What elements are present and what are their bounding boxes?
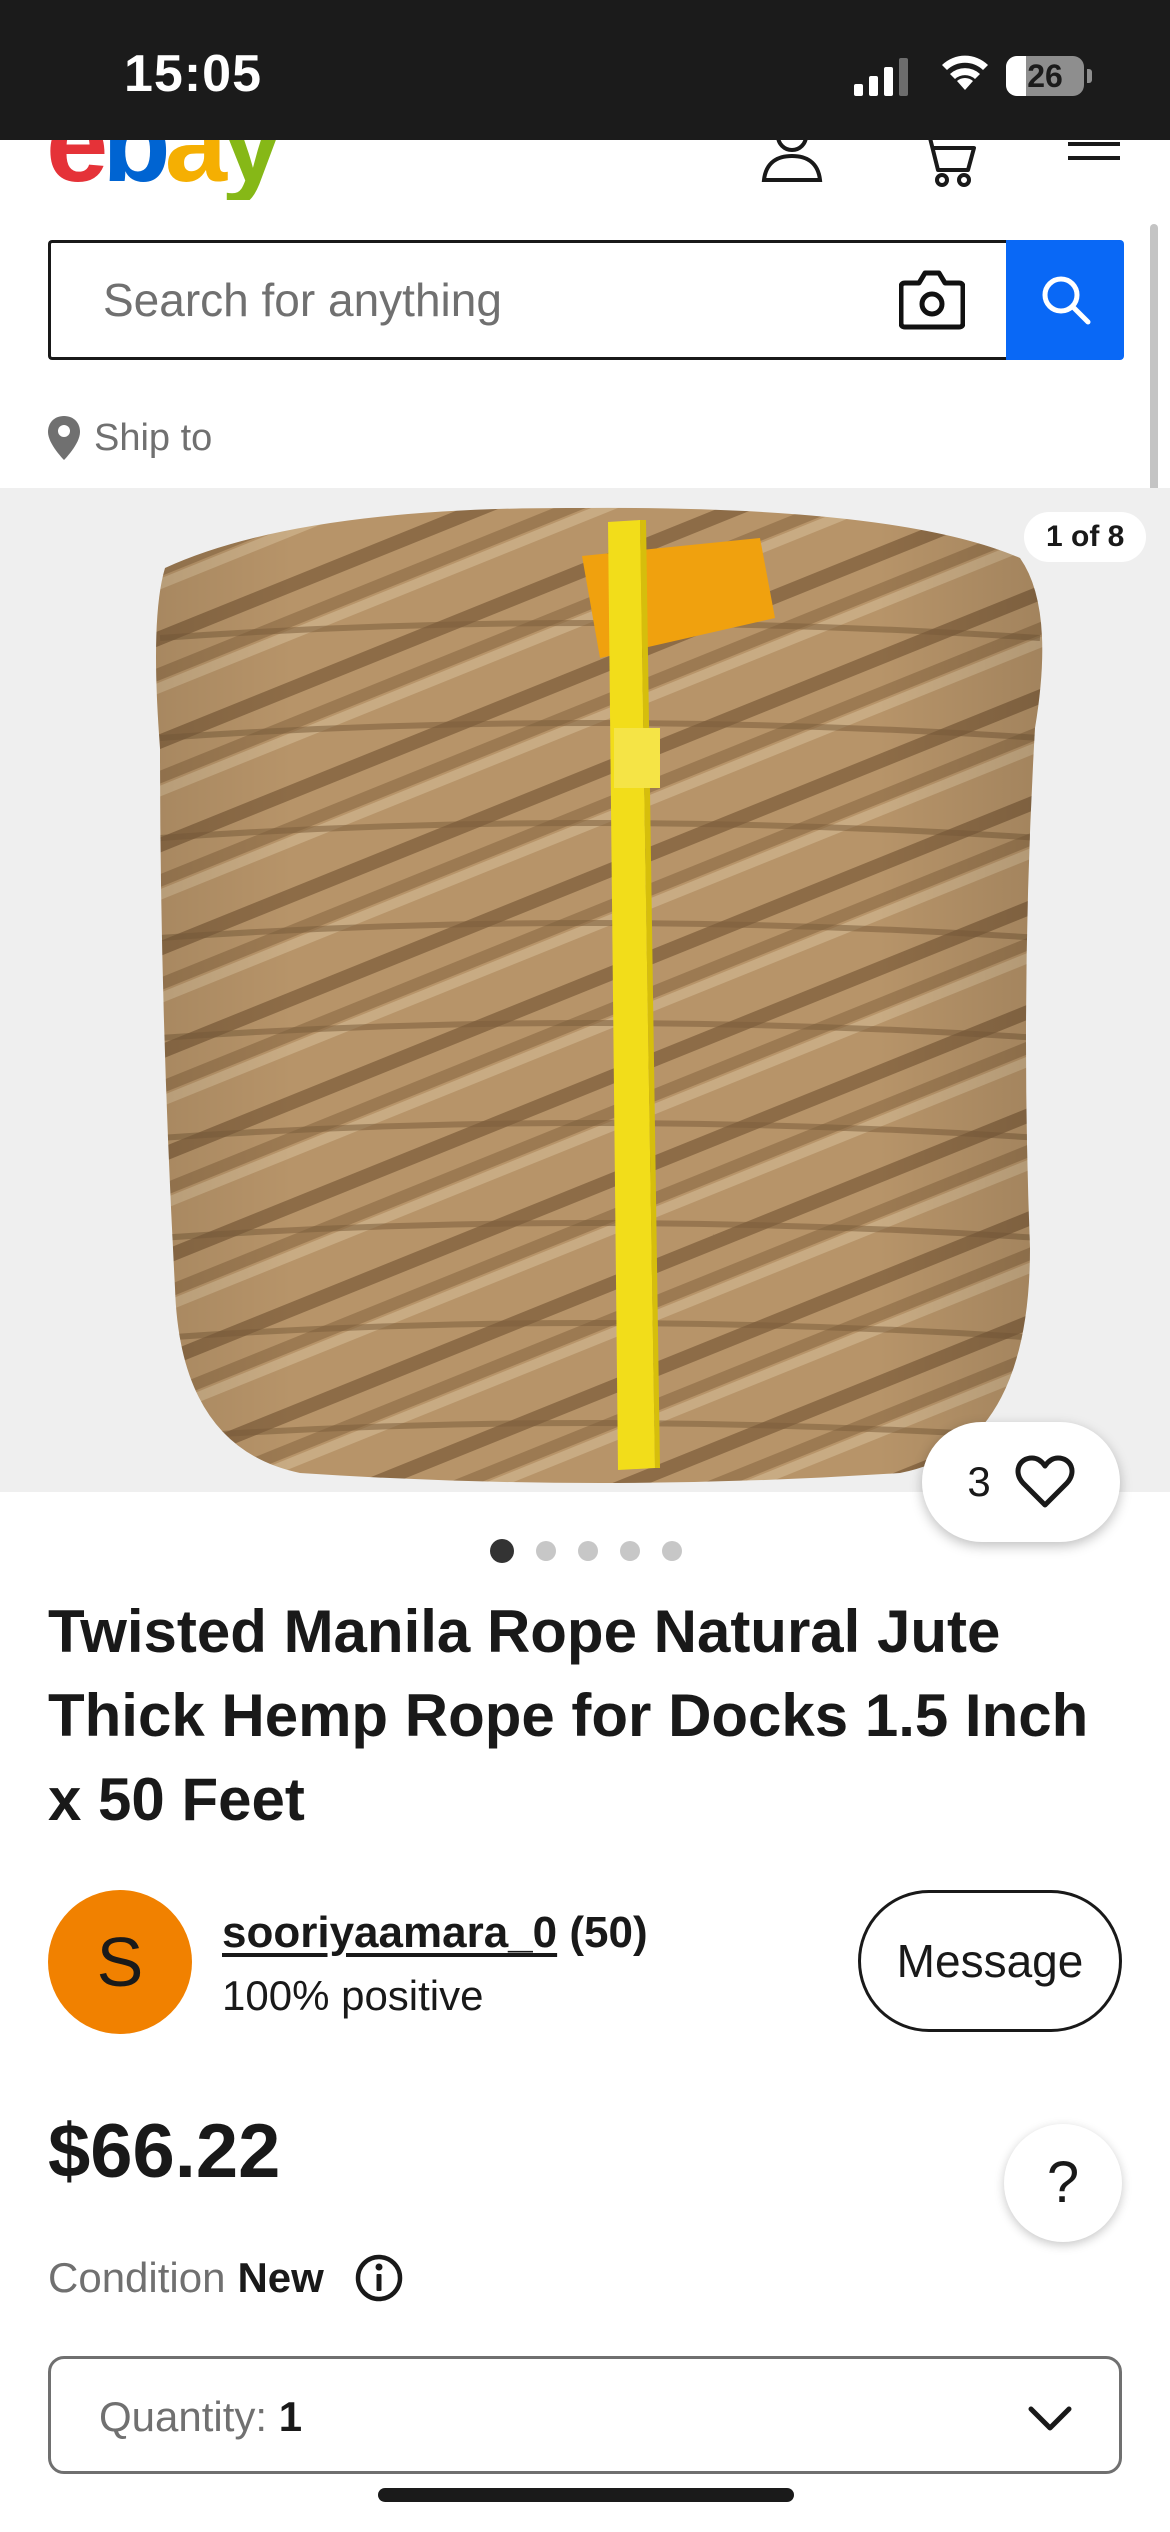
cart-icon[interactable] <box>918 140 978 188</box>
gallery-pagination[interactable] <box>490 1539 682 1563</box>
cellular-signal-icon <box>854 58 908 96</box>
info-icon[interactable] <box>354 2253 404 2303</box>
gallery-dot[interactable] <box>662 1541 682 1561</box>
status-bar: 15:05 26 <box>0 0 1170 140</box>
search-input[interactable] <box>103 243 883 357</box>
search-icon <box>1042 276 1091 325</box>
search-button[interactable] <box>1006 240 1124 360</box>
menu-icon[interactable] <box>1066 140 1122 174</box>
wifi-icon <box>942 55 988 90</box>
condition-row: Condition New <box>48 2250 404 2306</box>
status-time: 15:05 <box>124 45 262 103</box>
heart-icon <box>1015 1455 1075 1508</box>
gallery-dot[interactable] <box>578 1541 598 1561</box>
home-indicator[interactable] <box>378 2488 794 2502</box>
seller-name-link[interactable]: sooriyaamara_0 <box>222 1908 557 1957</box>
search-bar <box>48 240 1006 360</box>
seller-info: sooriyaamara_0 (50) <box>222 1908 648 1958</box>
header: ebay <box>0 140 1170 200</box>
watch-count: 3 <box>967 1458 991 1505</box>
listing-title: Twisted Manila Rope Natural Jute Thick H… <box>48 1598 1089 1833</box>
seller-feedback-count: (50) <box>569 1908 648 1957</box>
seller-avatar[interactable]: S <box>48 1890 192 2034</box>
page-scrollbar[interactable] <box>1150 224 1158 504</box>
help-button[interactable]: ? <box>1004 2124 1122 2242</box>
message-seller-button[interactable]: Message <box>858 1890 1122 2032</box>
gallery-dot[interactable] <box>536 1541 556 1561</box>
price: $66.22 <box>48 2109 281 2194</box>
ship-to[interactable]: Ship to <box>46 412 212 464</box>
ebay-logo[interactable]: ebay <box>46 140 283 200</box>
gallery-dot[interactable] <box>620 1541 640 1561</box>
account-icon[interactable] <box>760 140 824 186</box>
condition-label: Condition <box>48 2254 226 2301</box>
seller-positive-feedback: 100% positive <box>222 1972 484 2019</box>
camera-icon[interactable] <box>899 269 965 331</box>
ship-to-label: Ship to <box>94 416 213 459</box>
image-counter: 1 of 8 <box>1024 512 1147 562</box>
quantity-label: Quantity: <box>99 2393 268 2440</box>
gallery-dot[interactable] <box>490 1539 514 1563</box>
product-image-rope-coil <box>156 507 1043 1484</box>
quantity-value: 1 <box>278 2393 303 2440</box>
chevron-down-icon <box>1028 2406 1072 2431</box>
watch-button[interactable]: 3 <box>922 1422 1120 1542</box>
location-pin-icon <box>48 416 80 460</box>
battery-level: 26 <box>1027 58 1063 94</box>
condition-value: New <box>237 2254 324 2301</box>
battery-icon: 26 <box>1006 56 1092 96</box>
product-image-gallery[interactable]: 1 of 8 <box>0 488 1170 1492</box>
quantity-select[interactable]: Quantity: 1 <box>48 2356 1122 2474</box>
